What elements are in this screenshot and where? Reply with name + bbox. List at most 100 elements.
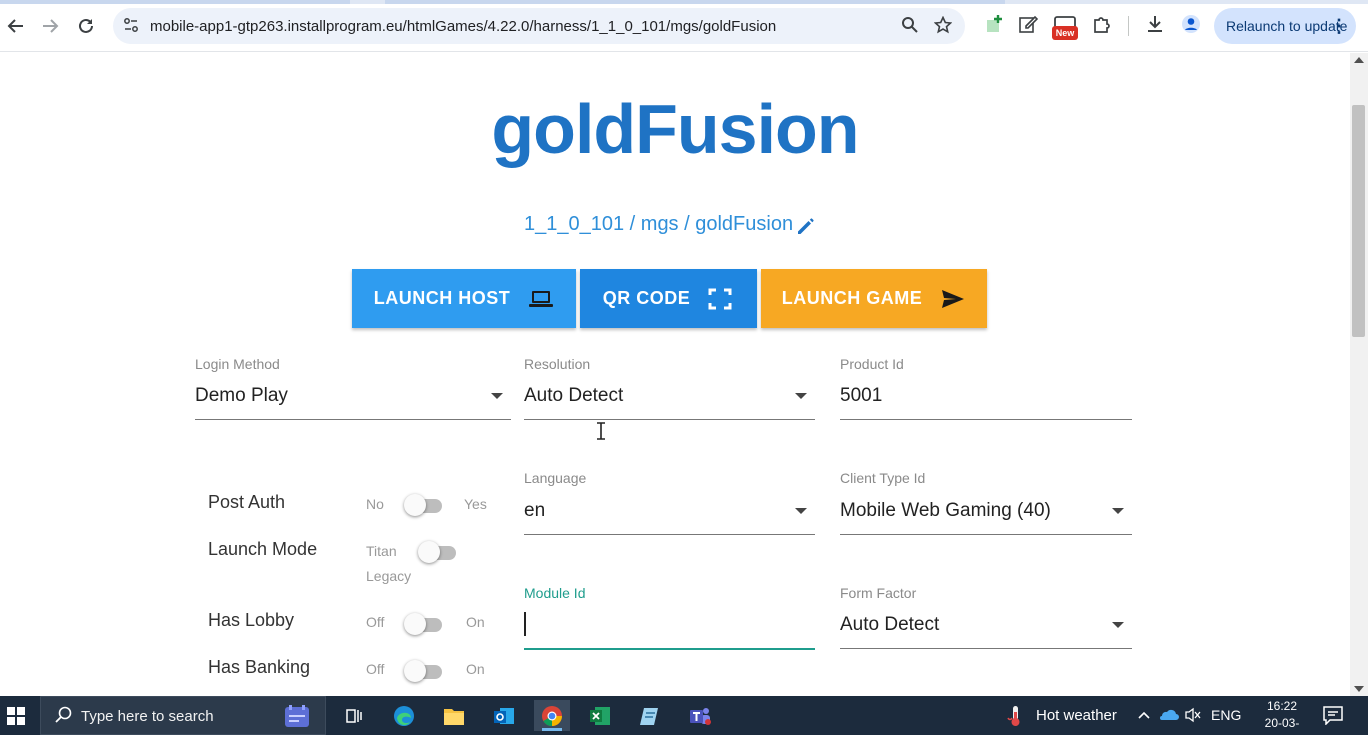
excel-icon[interactable] bbox=[582, 700, 618, 731]
download-icon[interactable] bbox=[1143, 14, 1167, 38]
forward-arrow-icon[interactable] bbox=[38, 14, 62, 38]
resolution-label: Resolution bbox=[524, 356, 591, 372]
notifications-icon[interactable] bbox=[1322, 705, 1344, 726]
has-lobby-label: Has Lobby bbox=[208, 610, 295, 630]
clock-date: 20-03-2025 bbox=[1264, 716, 1300, 747]
product-id-underline bbox=[840, 419, 1132, 420]
qr-code-button[interactable]: QR CODE bbox=[580, 269, 757, 328]
page-scrollbar[interactable] bbox=[1350, 53, 1368, 696]
qr-code-label: QR CODE bbox=[602, 288, 691, 308]
send-arrow-icon bbox=[940, 288, 966, 310]
outlook-icon[interactable] bbox=[486, 700, 522, 731]
scroll-down-arrow-icon[interactable] bbox=[1354, 686, 1364, 692]
login-method-select[interactable]: Demo Play bbox=[195, 385, 288, 407]
launch-game-label: LAUNCH GAME bbox=[781, 288, 923, 308]
site-info-icon[interactable] bbox=[123, 17, 141, 35]
browser-toolbar: mobile-app1-gtp263.installprogram.eu/htm… bbox=[0, 0, 1368, 52]
mouse-ibeam-cursor-icon bbox=[595, 422, 607, 440]
profile-avatar-icon[interactable] bbox=[1179, 14, 1203, 38]
input-language[interactable]: ENG bbox=[1211, 707, 1241, 723]
launch-game-button[interactable]: LAUNCH GAME bbox=[761, 269, 987, 328]
has-lobby-on-label: On bbox=[466, 614, 485, 630]
client-type-id-select[interactable]: Mobile Web Gaming (40) bbox=[840, 500, 1051, 522]
resolution-select[interactable]: Auto Detect bbox=[524, 385, 623, 407]
breadcrumb: 1_1_0_101 / mgs / goldFusion bbox=[524, 213, 794, 235]
has-lobby-toggle[interactable] bbox=[404, 613, 442, 635]
search-icon bbox=[55, 706, 73, 724]
tray-chevron-up-icon[interactable] bbox=[1136, 707, 1152, 723]
post-auth-off-label: No bbox=[366, 496, 384, 512]
toolbar-divider bbox=[1128, 16, 1129, 36]
taskbar-search-box[interactable]: Type here to search bbox=[40, 696, 326, 735]
module-id-underline bbox=[524, 648, 815, 650]
zoom-icon[interactable] bbox=[900, 16, 920, 36]
launch-mode-off-label: Titan bbox=[366, 543, 397, 559]
resolution-dropdown-icon[interactable] bbox=[795, 393, 807, 399]
search-placeholder: Type here to search bbox=[81, 708, 214, 725]
client-type-id-label: Client Type Id bbox=[840, 470, 926, 486]
resolution-underline bbox=[524, 419, 815, 420]
relaunch-button[interactable]: Relaunch to update ⋮ bbox=[1214, 8, 1356, 44]
login-method-dropdown-icon[interactable] bbox=[491, 393, 503, 399]
login-method-underline bbox=[195, 419, 511, 420]
windows-start-icon[interactable] bbox=[6, 706, 26, 726]
module-id-input[interactable] bbox=[524, 613, 815, 645]
launch-host-label: LAUNCH HOST bbox=[373, 288, 511, 308]
launch-mode-legacy-label: Legacy bbox=[366, 568, 412, 584]
has-lobby-off-label: Off bbox=[366, 614, 385, 630]
product-id-label: Product Id bbox=[840, 356, 904, 372]
pencil-edit-icon[interactable] bbox=[795, 215, 817, 237]
notepad-icon[interactable] bbox=[632, 700, 668, 731]
client-type-id-underline bbox=[840, 534, 1132, 535]
form-factor-dropdown-icon[interactable] bbox=[1112, 622, 1124, 628]
launch-mode-label: Launch Mode bbox=[208, 539, 318, 559]
volume-muted-icon[interactable] bbox=[1184, 706, 1202, 724]
extension-plus-icon[interactable] bbox=[982, 14, 1006, 38]
scrollbar-thumb[interactable] bbox=[1352, 105, 1365, 337]
more-menu-icon[interactable]: ⋮ bbox=[1330, 8, 1348, 44]
search-highlight-icon bbox=[277, 701, 317, 731]
bookmark-star-icon[interactable] bbox=[933, 15, 953, 36]
launch-mode-toggle[interactable] bbox=[418, 541, 456, 563]
text-caret bbox=[524, 612, 526, 636]
reload-icon[interactable] bbox=[74, 14, 98, 38]
launch-host-button[interactable]: LAUNCH HOST bbox=[352, 269, 576, 328]
clock-time: 16:22 bbox=[1266, 699, 1298, 713]
has-banking-on-label: On bbox=[466, 661, 485, 677]
language-select[interactable]: en bbox=[524, 500, 545, 522]
new-badge: New bbox=[1052, 26, 1078, 40]
fullscreen-icon bbox=[708, 288, 734, 310]
onedrive-icon[interactable] bbox=[1158, 706, 1180, 724]
weather-thermometer-icon[interactable] bbox=[1005, 704, 1025, 728]
file-explorer-icon[interactable] bbox=[436, 700, 472, 731]
product-id-input[interactable]: 5001 bbox=[840, 385, 882, 407]
post-auth-toggle[interactable] bbox=[404, 494, 442, 516]
scroll-up-arrow-icon[interactable] bbox=[1354, 57, 1364, 63]
task-view-icon[interactable] bbox=[336, 700, 372, 731]
post-auth-on-label: Yes bbox=[464, 496, 487, 512]
weather-text[interactable]: Hot weather bbox=[1036, 707, 1117, 724]
has-banking-off-label: Off bbox=[366, 661, 385, 677]
chrome-icon[interactable] bbox=[534, 700, 570, 731]
system-clock[interactable]: 16:22 20-03-2025 bbox=[1252, 698, 1312, 749]
language-dropdown-icon[interactable] bbox=[795, 508, 807, 514]
language-label: Language bbox=[524, 470, 587, 486]
extensions-puzzle-icon[interactable] bbox=[1090, 14, 1114, 38]
has-banking-label: Has Banking bbox=[208, 657, 311, 677]
form-factor-label: Form Factor bbox=[840, 585, 917, 601]
form-factor-select[interactable]: Auto Detect bbox=[840, 614, 939, 636]
edit-note-icon[interactable] bbox=[1016, 14, 1040, 38]
url-text[interactable]: mobile-app1-gtp263.installprogram.eu/htm… bbox=[150, 18, 776, 35]
has-banking-toggle[interactable] bbox=[404, 660, 442, 682]
teams-icon[interactable] bbox=[682, 700, 718, 731]
back-arrow-icon[interactable] bbox=[4, 14, 28, 38]
edge-browser-icon[interactable] bbox=[386, 700, 422, 731]
tab-strip bbox=[0, 0, 1368, 4]
laptop-icon bbox=[528, 288, 554, 310]
post-auth-label: Post Auth bbox=[208, 492, 286, 512]
address-bar[interactable]: mobile-app1-gtp263.installprogram.eu/htm… bbox=[113, 8, 965, 44]
language-underline bbox=[524, 534, 815, 535]
login-method-label: Login Method bbox=[195, 356, 280, 372]
client-type-id-dropdown-icon[interactable] bbox=[1112, 508, 1124, 514]
page-content: goldFusion 1_1_0_101 / mgs / goldFusion … bbox=[0, 53, 1350, 696]
